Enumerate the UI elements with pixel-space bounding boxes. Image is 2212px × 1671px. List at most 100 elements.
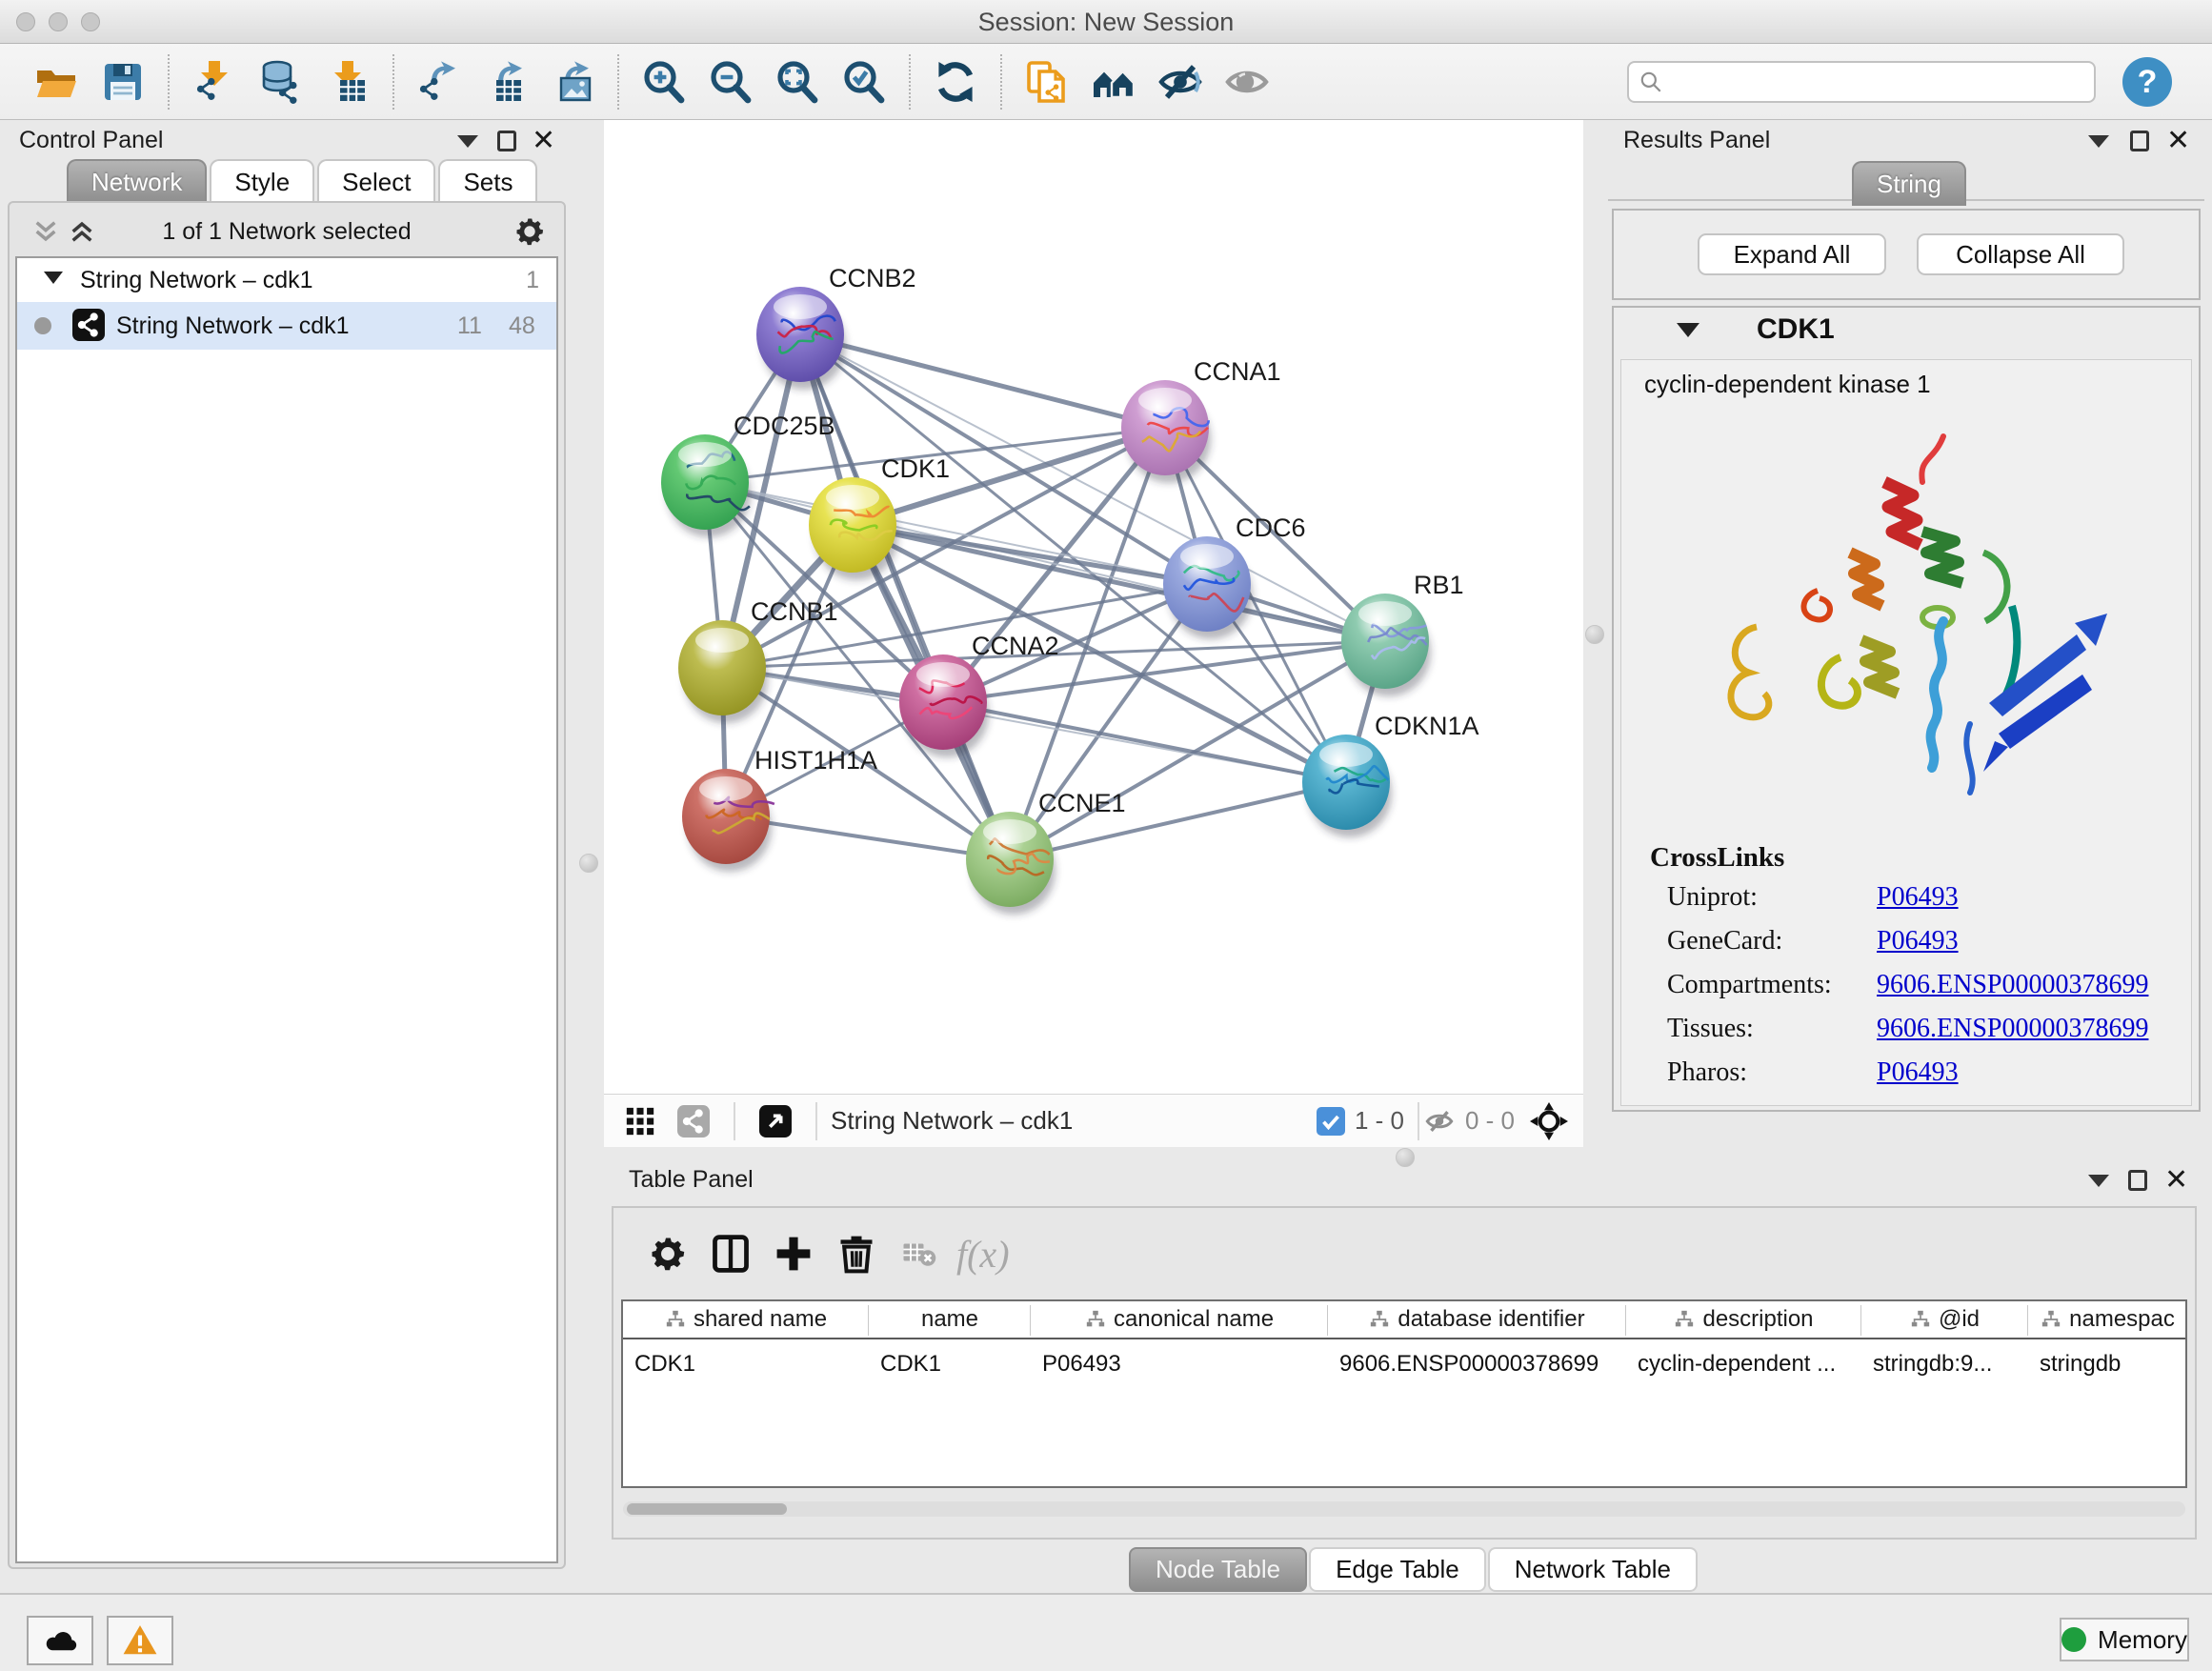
crosslink-link[interactable]: 9606.ENSP00000378699 (1877, 1014, 2148, 1044)
panel-close-icon[interactable]: ✕ (532, 129, 556, 153)
section-expander-icon[interactable] (1677, 323, 1699, 337)
memory-status-dot (2061, 1627, 2086, 1652)
results-close-icon[interactable]: ✕ (2166, 129, 2191, 153)
import-table-button[interactable] (320, 54, 375, 110)
open-session-button[interactable] (29, 54, 84, 110)
node-label: CDC25B (734, 412, 835, 440)
crosslink-label: GeneCard: (1667, 926, 1782, 956)
collapse-all-button[interactable]: Collapse All (1917, 233, 2124, 275)
home-button[interactable] (1086, 54, 1141, 110)
crosslinks-title: CrossLinks (1650, 842, 1784, 874)
search-box[interactable] (1627, 61, 2096, 103)
node-label: CCNB2 (829, 264, 916, 292)
gear-icon[interactable] (513, 214, 547, 249)
selected-checkbox-icon[interactable] (1317, 1107, 1345, 1136)
results-menu-icon[interactable] (2088, 129, 2113, 153)
export-network-icon (416, 59, 462, 105)
zoom-fit-button[interactable] (770, 54, 825, 110)
tab-network-table[interactable]: Network Table (1488, 1547, 1698, 1592)
tab-string[interactable]: String (1852, 161, 1966, 206)
toolbar-separator (392, 54, 394, 110)
network-collection-row[interactable]: String Network – cdk1 1 (17, 258, 556, 302)
tree-expander-icon[interactable] (44, 272, 63, 284)
scrollbar-thumb[interactable] (627, 1503, 787, 1515)
expand-all-button[interactable]: Expand All (1698, 233, 1886, 275)
results-panel: Results Panel ✕ String Expand All Collap… (1608, 125, 2204, 1159)
column-header-description[interactable]: description (1626, 1301, 1861, 1339)
tab-node-table[interactable]: Node Table (1129, 1547, 1307, 1592)
node-label: CDKN1A (1375, 712, 1479, 740)
import-network-file-button[interactable] (187, 54, 242, 110)
crosslink-link[interactable]: P06493 (1877, 882, 1959, 913)
export-table-button[interactable] (478, 54, 533, 110)
show-columns-icon[interactable] (699, 1227, 762, 1280)
column-header-namespac[interactable]: namespac (2028, 1301, 2187, 1339)
node-count: 11 (457, 312, 482, 340)
tab-network[interactable]: Network (67, 159, 207, 204)
table-menu-icon[interactable] (2088, 1168, 2113, 1193)
table-float-icon[interactable] (2126, 1168, 2151, 1193)
results-actions-box: Expand All Collapse All (1612, 209, 2201, 300)
save-session-button[interactable] (95, 54, 151, 110)
right-splitter-handle[interactable] (1585, 625, 1604, 644)
results-float-icon[interactable] (2128, 129, 2153, 153)
crosshair-icon[interactable] (1530, 1102, 1568, 1140)
left-splitter-handle[interactable] (579, 854, 598, 873)
column-header-database-identifier[interactable]: database identifier (1328, 1301, 1626, 1339)
tab-select[interactable]: Select (317, 159, 435, 204)
search-input[interactable] (1663, 69, 2063, 95)
export-network-button[interactable] (412, 54, 467, 110)
network-status-dot (34, 317, 51, 334)
network-canvas[interactable]: CCNB2CCNA1CDC25BCDK1CDC6RB1CCNB1CCNA2CDK… (604, 120, 1583, 1094)
gene-name: CDK1 (1757, 313, 1835, 346)
current-network-title: String Network – cdk1 (831, 1106, 1073, 1136)
node-table: shared namenamecanonical namedatabase id… (621, 1299, 2187, 1488)
crosslink-link[interactable]: P06493 (1877, 926, 1959, 956)
crosslink-link[interactable]: 9606.ENSP00000378699 (1877, 970, 2148, 1000)
crosslink-link[interactable]: P06493 (1877, 1057, 1959, 1088)
show-eye-button[interactable] (1219, 54, 1275, 110)
crosslink-row: Pharos: P06493 (1621, 1057, 2191, 1101)
grid-view-icon[interactable] (621, 1102, 659, 1140)
tab-style[interactable]: Style (210, 159, 314, 204)
column-header-shared-name[interactable]: shared name (623, 1301, 869, 1339)
table-close-icon[interactable]: ✕ (2164, 1168, 2189, 1193)
column-type-icon (1674, 1309, 1695, 1330)
crosslink-label: Pharos: (1667, 1057, 1747, 1088)
delete-column-icon[interactable] (825, 1227, 888, 1280)
table-gear-icon[interactable] (636, 1227, 699, 1280)
refresh-layout-button[interactable] (928, 54, 983, 110)
network-row-selected[interactable]: String Network – cdk1 11 48 (17, 302, 556, 350)
zoom-selected-icon (841, 59, 887, 105)
zoom-out-button[interactable] (703, 54, 758, 110)
hidden-eye-icon[interactable] (1423, 1105, 1456, 1137)
column-type-icon (1369, 1309, 1390, 1330)
memory-button[interactable]: Memory (2060, 1618, 2189, 1661)
export-image-button[interactable] (545, 54, 600, 110)
column-header-name[interactable]: name (869, 1301, 1031, 1339)
birdseye-view-icon[interactable] (756, 1102, 794, 1140)
add-column-icon[interactable] (762, 1227, 825, 1280)
zoom-in-button[interactable] (636, 54, 692, 110)
cloud-button[interactable] (27, 1616, 93, 1665)
table-horizontal-scrollbar[interactable] (623, 1501, 2185, 1517)
hide-selected-button[interactable] (1153, 54, 1208, 110)
gene-description: cyclin-dependent kinase 1 (1644, 370, 1931, 399)
tab-sets[interactable]: Sets (438, 159, 537, 204)
toolbar-icons (23, 54, 1280, 110)
tab-edge-table[interactable]: Edge Table (1309, 1547, 1486, 1592)
share-network-icon[interactable] (674, 1102, 713, 1140)
edge-count: 48 (509, 312, 535, 340)
column-header-canonical-name[interactable]: canonical name (1031, 1301, 1328, 1339)
column-header--id[interactable]: @id (1861, 1301, 2028, 1339)
panel-float-icon[interactable] (495, 129, 520, 153)
crosslink-row: Compartments:9606.ENSP00000378699 (1621, 970, 2191, 1014)
hidden-count: 0 - 0 (1465, 1106, 1515, 1136)
zoom-selected-button[interactable] (836, 54, 892, 110)
help-button[interactable]: ? (2122, 57, 2172, 107)
panel-menu-icon[interactable] (457, 129, 482, 153)
clone-network-button[interactable] (1019, 54, 1075, 110)
clone-network-icon (1024, 59, 1070, 105)
warnings-button[interactable] (107, 1616, 173, 1665)
import-network-database-button[interactable] (253, 54, 309, 110)
